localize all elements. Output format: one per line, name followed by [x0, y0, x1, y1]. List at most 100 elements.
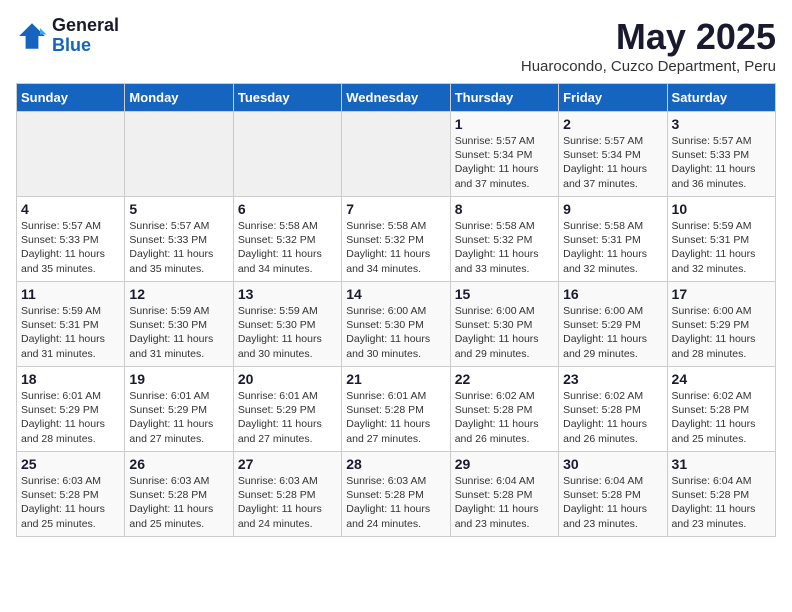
day-info: Sunrise: 6:04 AM Sunset: 5:28 PM Dayligh… — [563, 474, 662, 531]
day-info: Sunrise: 6:03 AM Sunset: 5:28 PM Dayligh… — [238, 474, 337, 531]
day-number: 31 — [672, 456, 771, 472]
day-info: Sunrise: 5:59 AM Sunset: 5:30 PM Dayligh… — [238, 304, 337, 361]
logo: General Blue — [16, 16, 119, 56]
logo-blue-label: Blue — [52, 36, 119, 56]
day-number: 23 — [563, 371, 662, 387]
day-info: Sunrise: 6:01 AM Sunset: 5:29 PM Dayligh… — [21, 389, 120, 446]
day-info: Sunrise: 5:58 AM Sunset: 5:31 PM Dayligh… — [563, 219, 662, 276]
day-info: Sunrise: 6:00 AM Sunset: 5:29 PM Dayligh… — [672, 304, 771, 361]
day-info: Sunrise: 5:57 AM Sunset: 5:33 PM Dayligh… — [129, 219, 228, 276]
day-number: 25 — [21, 456, 120, 472]
day-number: 30 — [563, 456, 662, 472]
day-number: 7 — [346, 201, 445, 217]
calendar-day-cell: 8 Sunrise: 5:58 AM Sunset: 5:32 PM Daylig… — [450, 197, 558, 282]
calendar-day-cell: 10Sunrise: 5:59 AM Sunset: 5:31 PM Dayli… — [667, 197, 775, 282]
calendar-week-row: 11 Sunrise: 5:59 AM Sunset: 5:31 PM Dayli… — [17, 282, 776, 367]
day-number: 15 — [455, 286, 554, 302]
calendar-day-cell: 13 Sunrise: 5:59 AM Sunset: 5:30 PM Dayli… — [233, 282, 341, 367]
logo-general-label: General — [52, 16, 119, 36]
calendar-day-cell: 31 Sunrise: 6:04 AM Sunset: 5:28 PM Dayli… — [667, 452, 775, 537]
empty-day-cell — [342, 112, 450, 197]
weekday-header-row: SundayMondayTuesdayWednesdayThursdayFrid… — [17, 84, 776, 112]
calendar-day-cell: 6Sunrise: 5:58 AM Sunset: 5:32 PM Daylig… — [233, 197, 341, 282]
calendar-day-cell: 18 Sunrise: 6:01 AM Sunset: 5:29 PM Dayli… — [17, 367, 125, 452]
day-number: 10 — [672, 201, 771, 217]
weekday-header-wednesday: Wednesday — [342, 84, 450, 112]
calendar-day-cell: 19 Sunrise: 6:01 AM Sunset: 5:29 PM Dayli… — [125, 367, 233, 452]
month-title: May 2025 — [521, 16, 776, 58]
calendar-day-cell: 24 Sunrise: 6:02 AM Sunset: 5:28 PM Dayli… — [667, 367, 775, 452]
day-number: 18 — [21, 371, 120, 387]
page-header: General Blue May 2025 Huarocondo, Cuzco … — [16, 16, 776, 75]
calendar-day-cell: 21 Sunrise: 6:01 AM Sunset: 5:28 PM Dayli… — [342, 367, 450, 452]
day-info: Sunrise: 6:00 AM Sunset: 5:29 PM Dayligh… — [563, 304, 662, 361]
calendar-day-cell: 2Sunrise: 5:57 AM Sunset: 5:34 PM Daylig… — [559, 112, 667, 197]
day-number: 6 — [238, 201, 337, 217]
day-number: 5 — [129, 201, 228, 217]
day-info: Sunrise: 6:01 AM Sunset: 5:29 PM Dayligh… — [129, 389, 228, 446]
calendar-day-cell: 7 Sunrise: 5:58 AM Sunset: 5:32 PM Daylig… — [342, 197, 450, 282]
calendar-week-row: 18 Sunrise: 6:01 AM Sunset: 5:29 PM Dayli… — [17, 367, 776, 452]
day-number: 9 — [563, 201, 662, 217]
calendar-day-cell: 14Sunrise: 6:00 AM Sunset: 5:30 PM Dayli… — [342, 282, 450, 367]
calendar-day-cell: 29 Sunrise: 6:04 AM Sunset: 5:28 PM Dayli… — [450, 452, 558, 537]
day-info: Sunrise: 6:00 AM Sunset: 5:30 PM Dayligh… — [455, 304, 554, 361]
calendar-title-section: May 2025 Huarocondo, Cuzco Department, P… — [521, 16, 776, 75]
day-info: Sunrise: 6:02 AM Sunset: 5:28 PM Dayligh… — [563, 389, 662, 446]
day-info: Sunrise: 5:58 AM Sunset: 5:32 PM Dayligh… — [346, 219, 445, 276]
calendar-day-cell: 1 Sunrise: 5:57 AM Sunset: 5:34 PM Daylig… — [450, 112, 558, 197]
day-info: Sunrise: 5:57 AM Sunset: 5:33 PM Dayligh… — [21, 219, 120, 276]
day-number: 2 — [563, 116, 662, 132]
weekday-header-sunday: Sunday — [17, 84, 125, 112]
day-number: 8 — [455, 201, 554, 217]
day-number: 1 — [455, 116, 554, 132]
day-info: Sunrise: 6:03 AM Sunset: 5:28 PM Dayligh… — [346, 474, 445, 531]
day-number: 11 — [21, 286, 120, 302]
day-number: 24 — [672, 371, 771, 387]
weekday-header-monday: Monday — [125, 84, 233, 112]
weekday-header-tuesday: Tuesday — [233, 84, 341, 112]
day-number: 13 — [238, 286, 337, 302]
weekday-header-friday: Friday — [559, 84, 667, 112]
day-info: Sunrise: 6:01 AM Sunset: 5:29 PM Dayligh… — [238, 389, 337, 446]
day-number: 27 — [238, 456, 337, 472]
day-info: Sunrise: 5:59 AM Sunset: 5:31 PM Dayligh… — [21, 304, 120, 361]
day-info: Sunrise: 6:00 AM Sunset: 5:30 PM Dayligh… — [346, 304, 445, 361]
day-info: Sunrise: 5:59 AM Sunset: 5:30 PM Dayligh… — [129, 304, 228, 361]
day-info: Sunrise: 6:01 AM Sunset: 5:28 PM Dayligh… — [346, 389, 445, 446]
day-info: Sunrise: 6:04 AM Sunset: 5:28 PM Dayligh… — [672, 474, 771, 531]
calendar-day-cell: 5 Sunrise: 5:57 AM Sunset: 5:33 PM Daylig… — [125, 197, 233, 282]
day-info: Sunrise: 6:02 AM Sunset: 5:28 PM Dayligh… — [455, 389, 554, 446]
calendar-day-cell: 20 Sunrise: 6:01 AM Sunset: 5:29 PM Dayli… — [233, 367, 341, 452]
calendar-day-cell: 15 Sunrise: 6:00 AM Sunset: 5:30 PM Dayli… — [450, 282, 558, 367]
day-number: 12 — [129, 286, 228, 302]
calendar-day-cell: 16 Sunrise: 6:00 AM Sunset: 5:29 PM Dayli… — [559, 282, 667, 367]
calendar-day-cell: 22 Sunrise: 6:02 AM Sunset: 5:28 PM Dayli… — [450, 367, 558, 452]
logo-text: General Blue — [52, 16, 119, 56]
calendar-day-cell: 3Sunrise: 5:57 AM Sunset: 5:33 PM Daylig… — [667, 112, 775, 197]
calendar-day-cell: 25Sunrise: 6:03 AM Sunset: 5:28 PM Dayli… — [17, 452, 125, 537]
calendar-day-cell: 27 Sunrise: 6:03 AM Sunset: 5:28 PM Dayli… — [233, 452, 341, 537]
calendar-day-cell: 26Sunrise: 6:03 AM Sunset: 5:28 PM Dayli… — [125, 452, 233, 537]
weekday-header-thursday: Thursday — [450, 84, 558, 112]
day-number: 29 — [455, 456, 554, 472]
day-number: 22 — [455, 371, 554, 387]
calendar-day-cell: 12 Sunrise: 5:59 AM Sunset: 5:30 PM Dayli… — [125, 282, 233, 367]
weekday-header-saturday: Saturday — [667, 84, 775, 112]
calendar-table: SundayMondayTuesdayWednesdayThursdayFrid… — [16, 83, 776, 537]
day-number: 16 — [563, 286, 662, 302]
day-number: 21 — [346, 371, 445, 387]
day-number: 17 — [672, 286, 771, 302]
day-number: 20 — [238, 371, 337, 387]
logo-icon — [16, 20, 48, 52]
calendar-day-cell: 28Sunrise: 6:03 AM Sunset: 5:28 PM Dayli… — [342, 452, 450, 537]
day-info: Sunrise: 5:58 AM Sunset: 5:32 PM Dayligh… — [455, 219, 554, 276]
calendar-week-row: 25 Sunrise: 6:03 AM Sunset: 5:28 PM Dayli… — [17, 452, 776, 537]
day-info: Sunrise: 5:57 AM Sunset: 5:33 PM Dayligh… — [672, 134, 771, 191]
day-info: Sunrise: 6:04 AM Sunset: 5:28 PM Dayligh… — [455, 474, 554, 531]
day-info: Sunrise: 5:57 AM Sunset: 5:34 PM Dayligh… — [455, 134, 554, 191]
day-info: Sunrise: 6:02 AM Sunset: 5:28 PM Dayligh… — [672, 389, 771, 446]
empty-day-cell — [125, 112, 233, 197]
day-number: 19 — [129, 371, 228, 387]
day-number: 4 — [21, 201, 120, 217]
